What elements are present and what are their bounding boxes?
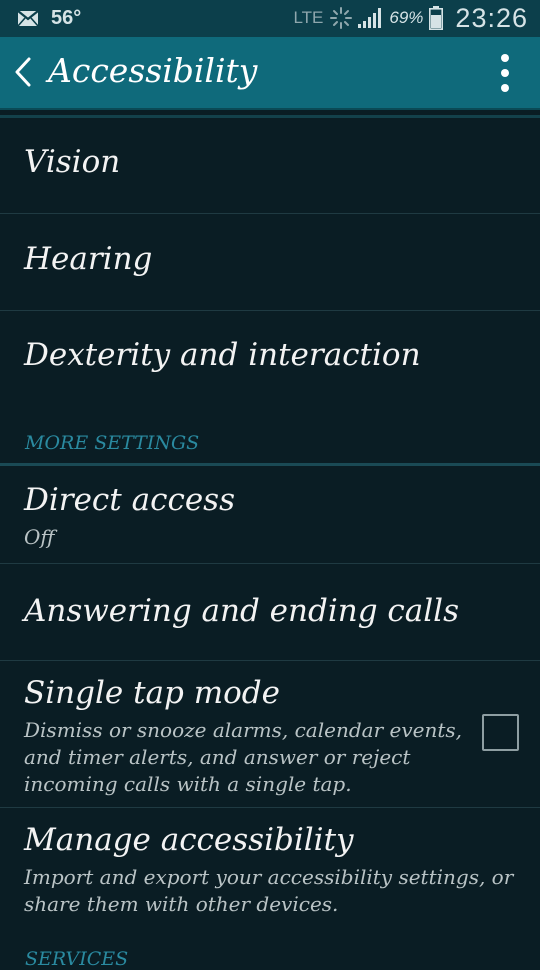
list-item-hearing[interactable]: Hearing [0,214,540,311]
item-title: Dexterity and interaction [24,337,421,373]
item-subtitle: Dismiss or snooze alarms, calendar event… [24,718,462,796]
page-title: Accessibility [48,51,258,90]
item-title: Direct access [24,482,235,518]
list-item-vision[interactable]: Vision [0,118,540,214]
list-item-manage-accessibility[interactable]: Manage accessibility Import and export y… [0,808,540,940]
item-title: Answering and ending calls [24,593,459,629]
item-title: Hearing [24,241,153,277]
list-item-dexterity[interactable]: Dexterity and interaction [0,311,540,406]
item-title: Manage accessibility [24,822,354,858]
status-right: LTE 69% 23:26 [293,2,528,33]
signal-icon [358,8,382,28]
back-arrow-icon[interactable] [12,55,34,89]
sync-icon [330,7,353,29]
action-bar: Accessibility [0,37,540,108]
item-subtitle: Off [24,525,55,549]
action-bar-divider [0,108,540,110]
battery-percent: 69% [389,8,424,27]
temperature: 56° [51,7,82,29]
list-item-single-tap-mode[interactable]: Single tap mode Dismiss or snooze alarms… [0,661,540,808]
item-title: Vision [24,144,121,180]
clock: 23:26 [455,2,528,33]
status-left: 56° [17,7,81,30]
section-header-more-settings: MORE SETTINGS [25,432,200,454]
list-item-answering-calls[interactable]: Answering and ending calls [0,564,540,661]
item-subtitle: Import and export your accessibility set… [24,865,514,916]
section-header-services: SERVICES [25,948,129,970]
mail-icon [17,10,39,27]
overflow-menu-icon[interactable] [500,53,510,93]
item-title: Single tap mode [24,675,280,711]
list-item-direct-access[interactable]: Direct access Off [0,466,540,564]
status-bar: 56° LTE 69% 23:26 [0,0,540,37]
battery-icon [429,6,444,30]
single-tap-mode-checkbox[interactable] [482,714,519,751]
network-type: LTE [293,8,324,27]
